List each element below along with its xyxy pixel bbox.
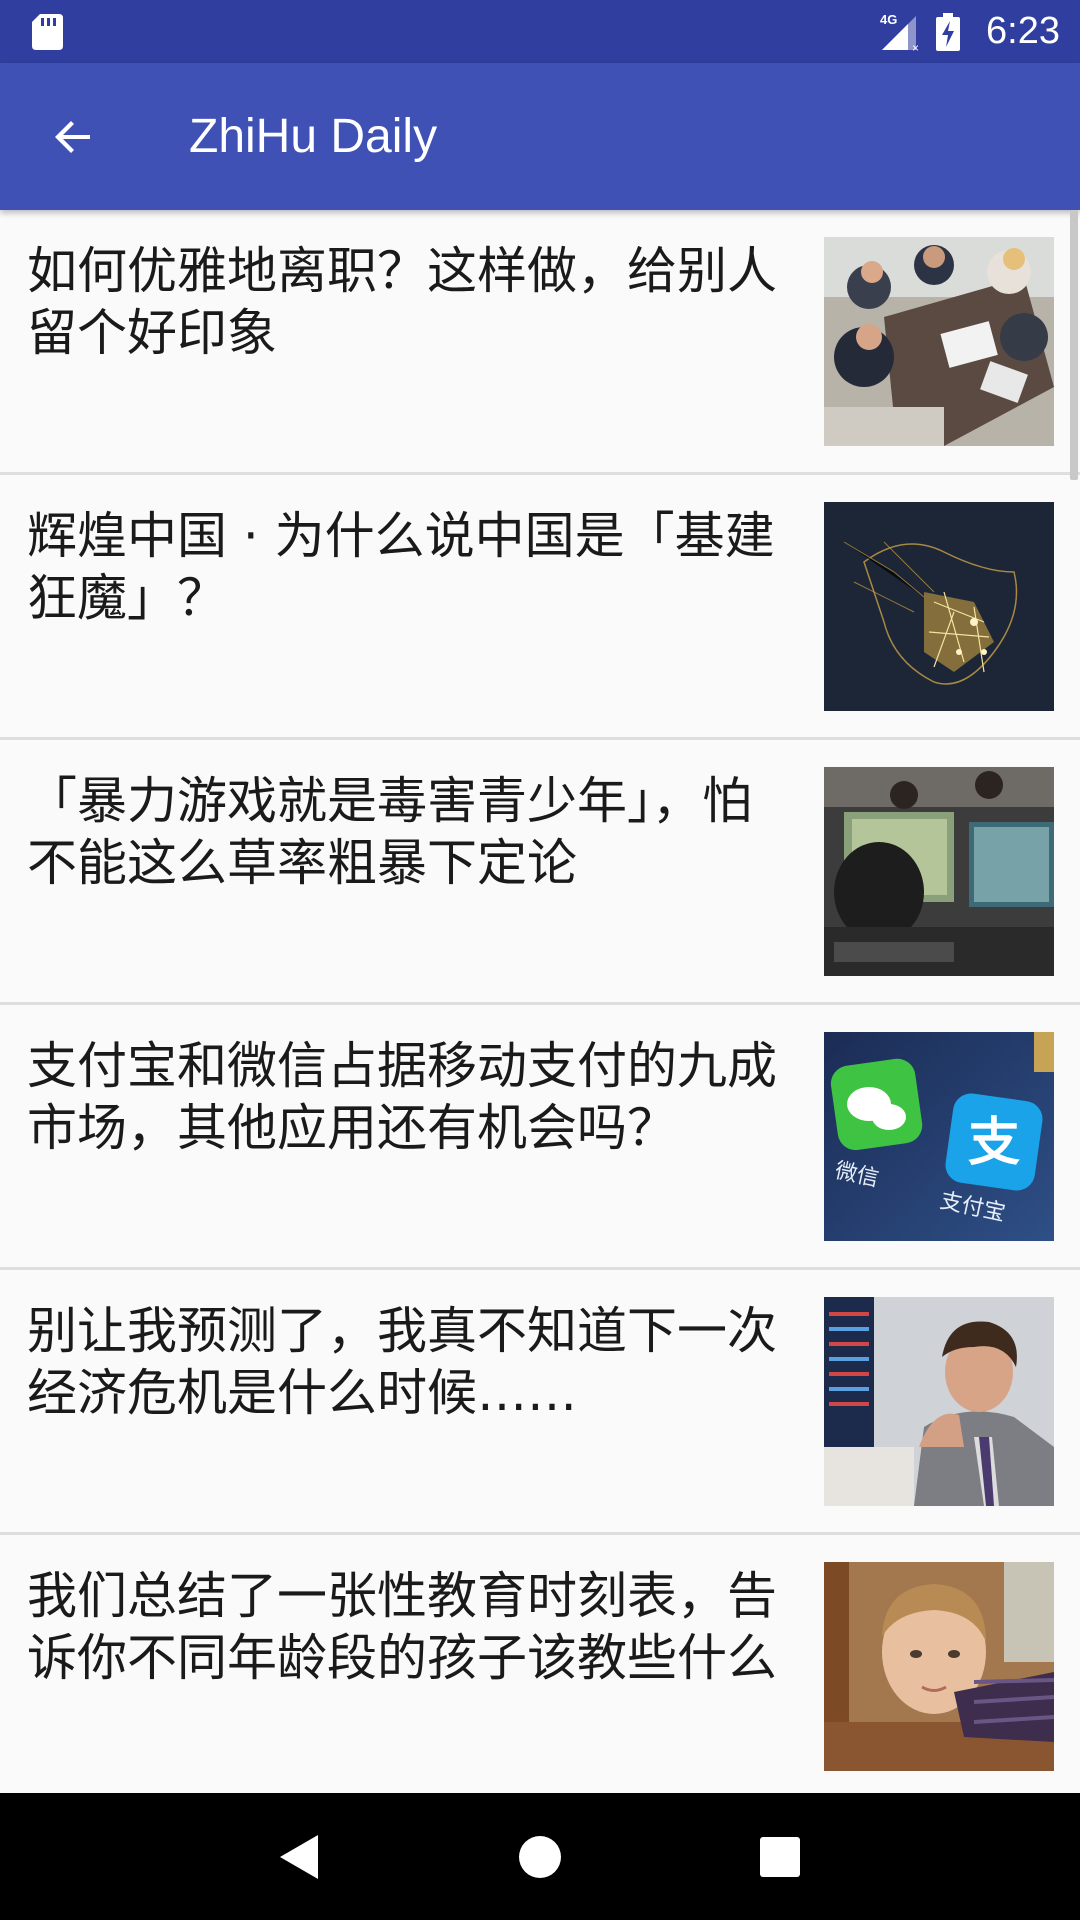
network-type-label: 4G bbox=[880, 12, 897, 27]
back-button[interactable] bbox=[32, 95, 116, 179]
nav-back-button[interactable] bbox=[255, 1812, 345, 1902]
story-item[interactable]: 我们总结了一张性教育时刻表，告诉你不同年龄段的孩子该教些什么 bbox=[0, 1535, 1080, 1793]
back-triangle-icon bbox=[280, 1834, 318, 1879]
arrow-back-icon bbox=[55, 121, 90, 153]
svg-text:支: 支 bbox=[968, 1113, 1020, 1173]
internet-cafe-gamers-image bbox=[824, 767, 1054, 976]
story-list[interactable]: 如何优雅地离职？这样做，给别人留个好印象 辉煌中国 · 为什么说中国是「基建狂魔… bbox=[0, 210, 1080, 1793]
story-item[interactable]: 如何优雅地离职？这样做，给别人留个好印象 bbox=[0, 210, 1080, 475]
story-title: 我们总结了一张性教育时刻表，告诉你不同年龄段的孩子该教些什么 bbox=[27, 1567, 777, 1687]
story-title: 辉煌中国 · 为什么说中国是「基建狂魔」？ bbox=[27, 507, 775, 627]
recents-square-icon bbox=[760, 1836, 800, 1877]
boy-portrait-image bbox=[824, 1562, 1054, 1771]
man-in-suit-image bbox=[824, 1297, 1054, 1506]
status-bar: 4G × 6:23 bbox=[0, 0, 1080, 63]
story-item[interactable]: 支付宝和微信占据移动支付的九成市场，其他应用还有机会吗？ 支 微信 支付宝 bbox=[0, 1005, 1080, 1270]
nav-recents-button[interactable] bbox=[735, 1812, 825, 1902]
battery-charging-icon bbox=[936, 12, 961, 51]
story-title: 如何优雅地离职？这样做，给别人留个好印象 bbox=[27, 242, 777, 362]
china-night-map-image bbox=[824, 502, 1054, 711]
wechat-alipay-icons-image: 支 微信 支付宝 bbox=[824, 1032, 1054, 1241]
story-item[interactable]: 辉煌中国 · 为什么说中国是「基建狂魔」？ bbox=[0, 475, 1080, 740]
sd-card-icon bbox=[32, 14, 63, 50]
home-circle-icon bbox=[519, 1835, 561, 1878]
navigation-bar bbox=[0, 1793, 1080, 1920]
story-title: 支付宝和微信占据移动支付的九成市场，其他应用还有机会吗？ bbox=[27, 1037, 777, 1157]
story-item[interactable]: 「暴力游戏就是毒害青少年」，怕不能这么草率粗暴下定论 bbox=[0, 740, 1080, 1005]
app-title: ZhiHu Daily bbox=[189, 110, 438, 163]
app-bar: ZhiHu Daily bbox=[0, 63, 1080, 210]
story-title: 别让我预测了，我真不知道下一次经济危机是什么时候…… bbox=[27, 1302, 777, 1422]
story-item[interactable]: 别让我预测了，我真不知道下一次经济危机是什么时候…… bbox=[0, 1270, 1080, 1535]
story-title: 「暴力游戏就是毒害青少年」，怕不能这么草率粗暴下定论 bbox=[27, 772, 752, 892]
scrollbar[interactable] bbox=[1070, 210, 1078, 480]
status-time: 6:23 bbox=[986, 10, 1060, 52]
nav-home-button[interactable] bbox=[495, 1812, 585, 1902]
business-meeting-image bbox=[824, 237, 1054, 446]
signal-icon: 4G × bbox=[880, 10, 924, 55]
svg-text:×: × bbox=[912, 41, 919, 54]
